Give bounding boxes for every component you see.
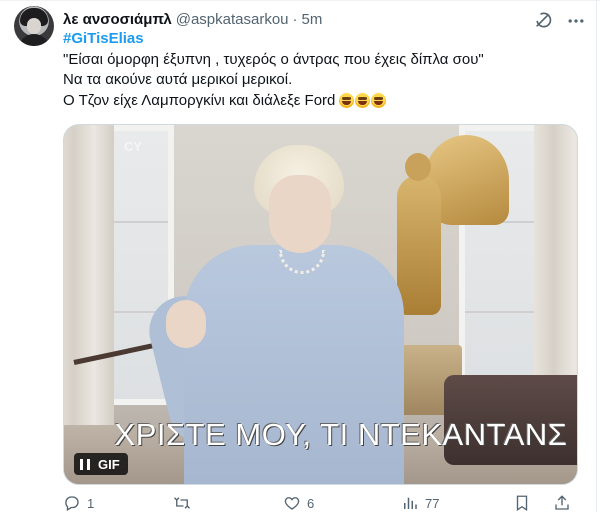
gif-label: GIF [98,456,120,472]
pause-icon [80,458,90,470]
views-count: 77 [425,495,440,511]
bookmark-icon [516,495,528,512]
tweet-header: λε ανσοσιάμπλ @aspkatasarkou · 5m [63,9,322,29]
timestamp[interactable]: 5m [302,11,323,28]
separator-dot: · [292,10,298,28]
tweet-line-3-row: Ο Τζον είχε Λαμποργκίνι και διάλεξε Ford [63,91,583,112]
tweet-text: #GiTisElias "Είσαι όμορφη έξυπνη , τυχερ… [63,29,583,111]
bookmark-button[interactable] [513,494,531,512]
tweet[interactable]: λε ανσοσιάμπλ @aspkatasarkou · 5m #GiTis… [0,0,596,512]
gif-pause-button[interactable]: GIF [74,453,128,475]
grok-icon[interactable] [533,10,553,30]
more-icon[interactable] [566,11,586,31]
share-icon [555,495,569,510]
tweet-line-2: Να τα ακούνε αυτά μερικοί μερικοί. [63,71,293,88]
reply-button[interactable]: 1 [63,494,94,512]
heart-icon [284,497,300,510]
action-bar: 1 6 77 [63,494,583,512]
gif-caption: ΧΡΙΣΤΕ ΜΟΥ, ΤΙ ΝΤΕΚΑΝΤΑΝΣ [114,417,568,452]
gif-media[interactable]: CY ΧΡΙΣΤΕ ΜΟΥ, ΤΙ ΝΤΕΚΑΝΤΑΝΣ GIF [63,124,578,485]
tweet-line-3: Ο Τζον είχε Λαμποργκίνι και διάλεξε Ford [63,91,336,109]
retweet-button[interactable] [173,494,197,512]
views-button[interactable]: 77 [401,494,439,512]
retweet-icon [174,497,190,509]
display-name[interactable]: λε ανσοσιάμπλ [63,11,172,28]
timeline-border [596,0,597,512]
views-icon [404,497,417,509]
reply-count: 1 [87,495,95,511]
hashtag-link[interactable]: #GiTisElias [63,29,583,50]
like-button[interactable]: 6 [283,494,314,512]
emoji-group [339,92,387,108]
channel-watermark: CY [124,139,143,154]
tweet-line-1: "Είσαι όμορφη έξυπνη , τυχερός ο άντρας … [63,50,484,68]
avatar[interactable] [14,6,54,46]
share-button[interactable] [553,494,571,512]
rolling-laughing-emoji-icon [355,92,371,108]
reply-icon [65,496,79,511]
rolling-laughing-emoji-icon [339,92,355,108]
like-count: 6 [307,495,315,511]
tears-of-joy-emoji-icon [371,92,387,108]
user-handle[interactable]: @aspkatasarkou [176,11,289,28]
